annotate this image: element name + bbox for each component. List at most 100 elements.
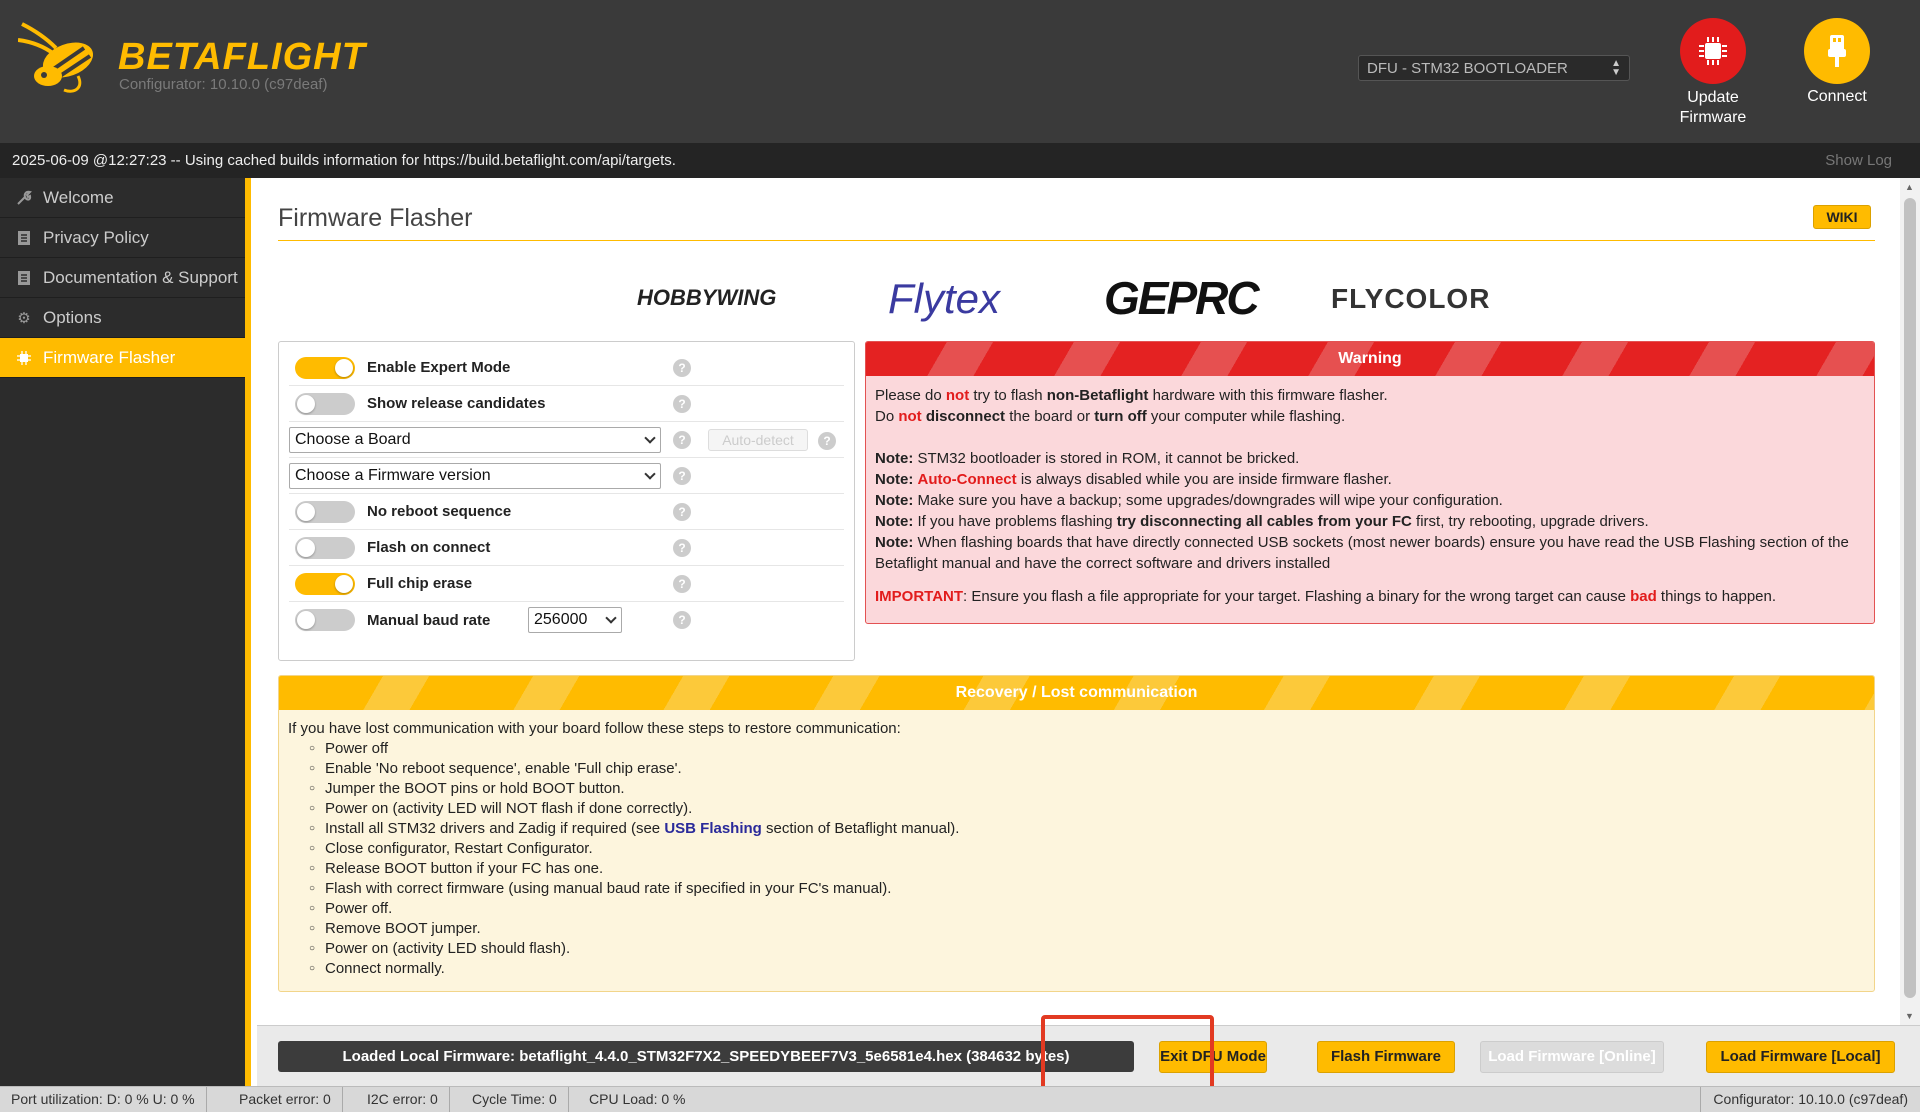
option-firmware-select: Choose a Firmware version ?: [289, 458, 844, 494]
list-item: Power off.: [309, 899, 1865, 919]
scroll-down-icon[interactable]: ▼: [1905, 1011, 1914, 1021]
sidebar-item-label: Firmware Flasher: [43, 347, 176, 367]
update-firmware-button[interactable]: Update Firmware: [1653, 18, 1773, 128]
scroll-up-icon[interactable]: ▲: [1905, 182, 1914, 192]
firmware-version-select[interactable]: Choose a Firmware version: [289, 462, 661, 489]
list-item: Enable 'No reboot sequence', enable 'Ful…: [309, 759, 1865, 779]
wiki-button[interactable]: WIKI: [1813, 205, 1871, 229]
warning-important: IMPORTANT: Ensure you flash a file appro…: [875, 588, 1777, 605]
option-label: Flash on connect: [367, 539, 491, 556]
warning-line: Please do not try to flash non-Betafligh…: [875, 387, 1388, 404]
warning-body: Please do not try to flash non-Betafligh…: [866, 376, 1874, 616]
release-candidates-toggle[interactable]: [295, 392, 355, 415]
expert-mode-toggle[interactable]: [295, 356, 355, 379]
port-select[interactable]: DFU - STM32 BOOTLOADER ▲ ▼: [1358, 55, 1630, 81]
list-item: Install all STM32 drivers and Zadig if r…: [309, 819, 1865, 839]
warning-note: Note: When flashing boards that have dir…: [875, 534, 1849, 572]
sidebar-item-privacy-policy[interactable]: Privacy Policy: [0, 218, 245, 258]
help-icon[interactable]: ?: [673, 359, 691, 377]
list-item: Jumper the BOOT pins or hold BOOT button…: [309, 779, 1865, 799]
chip-icon: [15, 349, 33, 367]
option-full-chip-erase: Full chip erase ?: [289, 566, 844, 602]
sidebar-item-documentation[interactable]: Documentation & Support: [0, 258, 245, 298]
warning-note: Note: Auto-Connect is always disabled wh…: [875, 471, 1392, 488]
wrench-icon: [15, 189, 33, 207]
chip-icon: [1680, 18, 1746, 84]
main-content: Firmware Flasher WIKI HOBBYWING Flytex G…: [257, 178, 1900, 1025]
option-release-candidates: Show release candidates ?: [289, 386, 844, 422]
usb-flashing-link[interactable]: USB Flashing: [664, 820, 762, 837]
flash-firmware-button[interactable]: Flash Firmware: [1317, 1041, 1455, 1073]
sponsor-logos: HOBBYWING Flytex GEPRC FLYCOLOR: [637, 271, 1537, 333]
select-arrows-icon: ▲ ▼: [1611, 58, 1621, 78]
help-icon[interactable]: ?: [673, 611, 691, 629]
log-message: 2025-06-09 @12:27:23 -- Using cached bui…: [12, 152, 676, 169]
list-item: Power on (activity LED will NOT flash if…: [309, 799, 1865, 819]
log-bar: 2025-06-09 @12:27:23 -- Using cached bui…: [0, 143, 1920, 178]
no-reboot-toggle[interactable]: [295, 500, 355, 523]
option-label: No reboot sequence: [367, 503, 512, 520]
help-icon[interactable]: ?: [673, 467, 691, 485]
sidebar-item-label: Privacy Policy: [43, 227, 149, 247]
board-select[interactable]: Choose a Board: [289, 426, 661, 453]
status-packet-error: Packet error: 0: [228, 1087, 343, 1112]
status-bar: Port utilization: D: 0 % U: 0 % Packet e…: [0, 1086, 1920, 1112]
document-icon: [15, 229, 33, 247]
manual-baud-toggle[interactable]: [295, 609, 355, 631]
recovery-panel: Recovery / Lost communication If you hav…: [278, 675, 1875, 992]
help-icon[interactable]: ?: [673, 575, 691, 593]
status-configurator-version: Configurator: 10.10.0 (c97deaf): [1700, 1087, 1920, 1112]
sidebar-item-welcome[interactable]: Welcome: [0, 178, 245, 218]
list-item: Flash with correct firmware (using manua…: [309, 879, 1865, 899]
warning-title: Warning: [866, 342, 1874, 376]
status-cycle-time: Cycle Time: 0: [461, 1087, 569, 1112]
show-log-link[interactable]: Show Log: [1825, 152, 1892, 169]
sponsor-flytex-logo[interactable]: Flytex: [888, 275, 1000, 323]
load-firmware-online-button[interactable]: Load Firmware [Online]: [1480, 1041, 1664, 1073]
baud-rate-select[interactable]: 256000: [528, 607, 622, 633]
help-icon[interactable]: ?: [818, 432, 836, 450]
full-chip-erase-toggle[interactable]: [295, 572, 355, 595]
option-no-reboot: No reboot sequence ?: [289, 494, 844, 530]
connect-button[interactable]: Connect: [1777, 18, 1897, 106]
scrollbar-thumb[interactable]: [1904, 198, 1916, 998]
status-i2c-error: I2C error: 0: [356, 1087, 450, 1112]
sidebar-item-options[interactable]: ⚙ Options: [0, 298, 245, 338]
list-item: Power on (activity LED should flash).: [309, 939, 1865, 959]
recovery-title: Recovery / Lost communication: [279, 676, 1874, 710]
brand-name: BETAFLIGHT: [118, 36, 366, 78]
flasher-options-panel: Enable Expert Mode ? Show release candid…: [278, 341, 855, 661]
firmware-select-value: Choose a Firmware version: [295, 466, 491, 484]
help-icon[interactable]: ?: [673, 503, 691, 521]
chevron-down-icon: [644, 431, 656, 444]
help-icon[interactable]: ?: [673, 431, 691, 449]
warning-note: Note: STM32 bootloader is stored in ROM,…: [875, 450, 1300, 467]
option-board-select: Choose a Board ? Auto-detect ?: [289, 422, 844, 458]
warning-panel: Warning Please do not try to flash non-B…: [865, 341, 1875, 624]
bee-logo-icon: [18, 22, 94, 93]
book-icon: [15, 269, 33, 287]
flash-on-connect-toggle[interactable]: [295, 536, 355, 559]
sidebar-item-label: Welcome: [43, 187, 114, 207]
list-item: Remove BOOT jumper.: [309, 919, 1865, 939]
help-icon[interactable]: ?: [673, 395, 691, 413]
option-label: Enable Expert Mode: [367, 359, 511, 376]
sidebar-item-label: Options: [43, 307, 102, 327]
connect-label: Connect: [1807, 88, 1867, 105]
sidebar-item-firmware-flasher[interactable]: Firmware Flasher: [0, 338, 245, 378]
title-divider: [278, 240, 1875, 241]
update-firmware-label: Update Firmware: [1679, 89, 1747, 126]
sponsor-geprc-logo[interactable]: GEPRC: [1104, 271, 1260, 325]
sponsor-flycolor-logo[interactable]: FLYCOLOR: [1331, 283, 1490, 315]
main-scrollbar[interactable]: ▲ ▼: [1900, 178, 1920, 1025]
chevron-down-icon: [644, 467, 656, 480]
list-item: Connect normally.: [309, 959, 1865, 979]
status-port-utilization: Port utilization: D: 0 % U: 0 %: [0, 1087, 207, 1112]
help-icon[interactable]: ?: [673, 539, 691, 557]
loaded-firmware-status: Loaded Local Firmware: betaflight_4.4.0_…: [278, 1041, 1134, 1072]
auto-detect-button[interactable]: Auto-detect: [708, 429, 808, 451]
list-item: Release BOOT button if your FC has one.: [309, 859, 1865, 879]
sponsor-hobbywing-logo[interactable]: HOBBYWING: [637, 285, 776, 311]
load-firmware-local-button[interactable]: Load Firmware [Local]: [1706, 1041, 1895, 1073]
app-header: BETAFLIGHT Configurator: 10.10.0 (c97dea…: [0, 0, 1920, 143]
